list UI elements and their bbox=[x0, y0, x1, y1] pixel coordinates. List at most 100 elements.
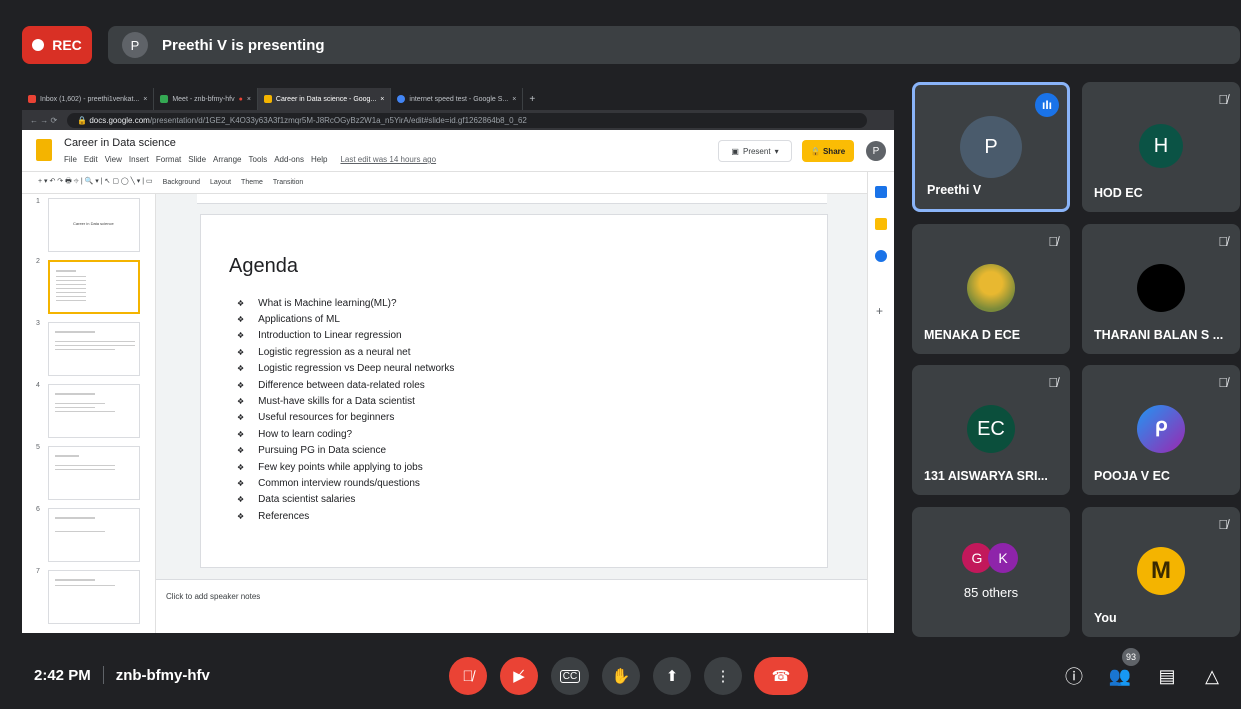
meeting-details-icon[interactable]: ⓘ bbox=[1062, 664, 1086, 688]
participant-tile-hod[interactable]: 🎙̸ H HOD EC bbox=[1082, 82, 1240, 212]
participant-tile-aiswarya[interactable]: 🎙̸ EC 131 AISWARYA SRI... bbox=[912, 365, 1070, 495]
browser-tab-gmail[interactable]: Inbox (1,602) - preethi1venkat... × bbox=[22, 88, 155, 110]
participant-name: POOJA V EC bbox=[1094, 469, 1170, 483]
agenda-item: Logistic regression as a neural net bbox=[237, 344, 454, 360]
others-tile[interactable]: G K 85 others bbox=[912, 507, 1070, 637]
chat-icon[interactable]: ▤ bbox=[1155, 664, 1179, 688]
nav-arrows-icon[interactable]: ← → ⟳ bbox=[30, 116, 57, 125]
speaker-notes[interactable]: Click to add speaker notes bbox=[156, 579, 867, 633]
participant-tile-menaka[interactable]: 🎙̸ MENAKA D ECE bbox=[912, 224, 1070, 354]
menu-edit[interactable]: Edit bbox=[84, 155, 98, 164]
agenda-item: What is Machine learning(ML)? bbox=[237, 295, 454, 311]
participant-tile-tharani[interactable]: 🎙̸ THARANI BALAN S ... bbox=[1082, 224, 1240, 354]
menu-tools[interactable]: Tools bbox=[249, 155, 268, 164]
slide-title[interactable]: Agenda bbox=[229, 255, 298, 278]
slide-filmstrip: 1 Career in Data science 2 3 4 5 6 7 bbox=[22, 194, 156, 633]
participant-name: You bbox=[1094, 611, 1117, 625]
agenda-item: Applications of ML bbox=[237, 311, 454, 327]
people-icon[interactable]: 👥 bbox=[1108, 664, 1132, 688]
activities-icon[interactable]: △ bbox=[1200, 664, 1224, 688]
browser-tab-speedtest[interactable]: internet speed test - Google S... × bbox=[391, 88, 524, 110]
menu-format[interactable]: Format bbox=[156, 155, 181, 164]
participant-name: 131 AISWARYA SRI... bbox=[924, 469, 1048, 483]
chevron-down-icon[interactable]: ▾ bbox=[775, 147, 779, 156]
slides-toolbar: + ▾ ↶ ↷ 🖶 ⌖ | 🔍 ▾ | ↖ ▢ ◯ ╲ ▾ | ▭ Backgr… bbox=[22, 172, 894, 194]
url-field[interactable]: 🔒 docs.google.com/presentation/d/1GE2_K4… bbox=[67, 112, 868, 128]
side-panel-rail: + bbox=[867, 172, 894, 633]
toolbar-background[interactable]: Background bbox=[163, 179, 200, 186]
mic-off-icon: 🎙̸ bbox=[1218, 234, 1228, 249]
slides-logo-icon[interactable] bbox=[36, 139, 52, 161]
menu-addons[interactable]: Add-ons bbox=[274, 155, 304, 164]
captions-button[interactable]: CC bbox=[551, 657, 589, 695]
thumb-number: 5 bbox=[36, 444, 40, 451]
menu-file[interactable]: File bbox=[64, 155, 77, 164]
people-count-badge: 93 bbox=[1122, 648, 1140, 666]
menu-arrange[interactable]: Arrange bbox=[213, 155, 241, 164]
browser-tab-meet[interactable]: Meet - znb-bfmy-hfv ● × bbox=[154, 88, 258, 110]
menu-help[interactable]: Help bbox=[311, 155, 327, 164]
participant-tile-pooja[interactable]: 🎙̸ ᑭ POOJA V EC bbox=[1082, 365, 1240, 495]
present-button[interactable]: ▣ Present ▾ bbox=[718, 140, 792, 162]
thumb-number: 7 bbox=[36, 568, 40, 575]
agenda-item: Must-have skills for a Data scientist bbox=[237, 393, 454, 409]
menu-slide[interactable]: Slide bbox=[188, 155, 206, 164]
presentation-title[interactable]: Career in Data science bbox=[64, 137, 176, 149]
slide-thumbnail-4[interactable] bbox=[48, 384, 140, 438]
menu-insert[interactable]: Insert bbox=[129, 155, 149, 164]
agenda-item: Useful resources for beginners bbox=[237, 410, 454, 426]
p-logo-icon: ᑭ bbox=[1137, 405, 1185, 453]
last-edit-link[interactable]: Last edit was 14 hours ago bbox=[340, 155, 436, 164]
mic-off-icon: 🎙̸ bbox=[1048, 375, 1058, 390]
slide-thumbnail-5[interactable] bbox=[48, 446, 140, 500]
participant-tile-you[interactable]: 🎙̸ M You bbox=[1082, 507, 1240, 637]
calendar-icon[interactable] bbox=[875, 186, 887, 198]
add-addon-icon[interactable]: + bbox=[876, 304, 883, 318]
current-slide[interactable]: Agenda What is Machine learning(ML)? App… bbox=[200, 214, 828, 568]
agenda-item: Logistic regression vs Deep neural netwo… bbox=[237, 361, 454, 377]
others-count: 85 others bbox=[963, 585, 1019, 600]
participant-name: MENAKA D ECE bbox=[924, 328, 1021, 342]
menu-view[interactable]: View bbox=[105, 155, 122, 164]
address-bar-row: ← → ⟳ 🔒 docs.google.com/presentation/d/1… bbox=[22, 110, 894, 130]
new-tab-button[interactable]: + bbox=[523, 88, 541, 110]
slide-thumbnail-1[interactable]: Career in Data science bbox=[48, 198, 140, 252]
share-button[interactable]: 🔒 Share bbox=[802, 140, 854, 162]
recording-indicator: REC bbox=[22, 26, 92, 64]
toolbar-theme[interactable]: Theme bbox=[241, 179, 263, 186]
slides-header: Career in Data science File Edit View In… bbox=[22, 130, 894, 172]
more-options-button[interactable]: ⋮ bbox=[704, 657, 742, 695]
camera-toggle-button[interactable]: ▶̸ bbox=[500, 657, 538, 695]
thumb-number: 6 bbox=[36, 506, 40, 513]
agenda-item: References bbox=[237, 508, 454, 524]
slide-thumbnail-6[interactable] bbox=[48, 508, 140, 562]
presenting-text: Preethi V is presenting bbox=[162, 36, 325, 54]
thumb-number: 3 bbox=[36, 320, 40, 327]
present-screen-icon: ⬆ bbox=[665, 668, 679, 685]
slide-thumbnail-2[interactable] bbox=[48, 260, 140, 314]
mic-off-icon: 🎙̸ bbox=[1048, 234, 1058, 249]
slide-thumbnail-7[interactable] bbox=[48, 570, 140, 624]
tasks-icon[interactable] bbox=[875, 250, 887, 262]
agenda-item: Common interview rounds/questions bbox=[237, 475, 454, 491]
toolbar-layout[interactable]: Layout bbox=[210, 179, 231, 186]
present-now-button[interactable]: ⬆ bbox=[653, 657, 691, 695]
shared-screen: Inbox (1,602) - preethi1venkat... × Meet… bbox=[22, 88, 894, 633]
account-avatar[interactable]: P bbox=[866, 141, 886, 161]
participant-avatar: H bbox=[1139, 124, 1183, 168]
you-logo-icon: M bbox=[1137, 547, 1185, 595]
lock-icon: 🔒 bbox=[810, 146, 823, 156]
slide-thumbnail-3[interactable] bbox=[48, 322, 140, 376]
leave-call-button[interactable]: ☎ bbox=[754, 657, 808, 695]
toolbar-icons[interactable]: + ▾ ↶ ↷ 🖶 ⌖ | 🔍 ▾ | ↖ ▢ ◯ ╲ ▾ | ▭ bbox=[38, 177, 153, 188]
agenda-item: Introduction to Linear regression bbox=[237, 328, 454, 344]
participant-tile-preethi[interactable]: ıIı P Preethi V bbox=[912, 82, 1070, 212]
participant-name: HOD EC bbox=[1094, 186, 1143, 200]
mic-toggle-button[interactable]: 🎙̸ bbox=[449, 657, 487, 695]
agenda-item: Difference between data-related roles bbox=[237, 377, 454, 393]
browser-tab-slides[interactable]: Career in Data science - Goog... × bbox=[257, 88, 392, 110]
raise-hand-button[interactable]: ✋ bbox=[602, 657, 640, 695]
camera-off-icon: ▶̸ bbox=[513, 668, 525, 685]
toolbar-transition[interactable]: Transition bbox=[273, 179, 303, 186]
keep-icon[interactable] bbox=[875, 218, 887, 230]
